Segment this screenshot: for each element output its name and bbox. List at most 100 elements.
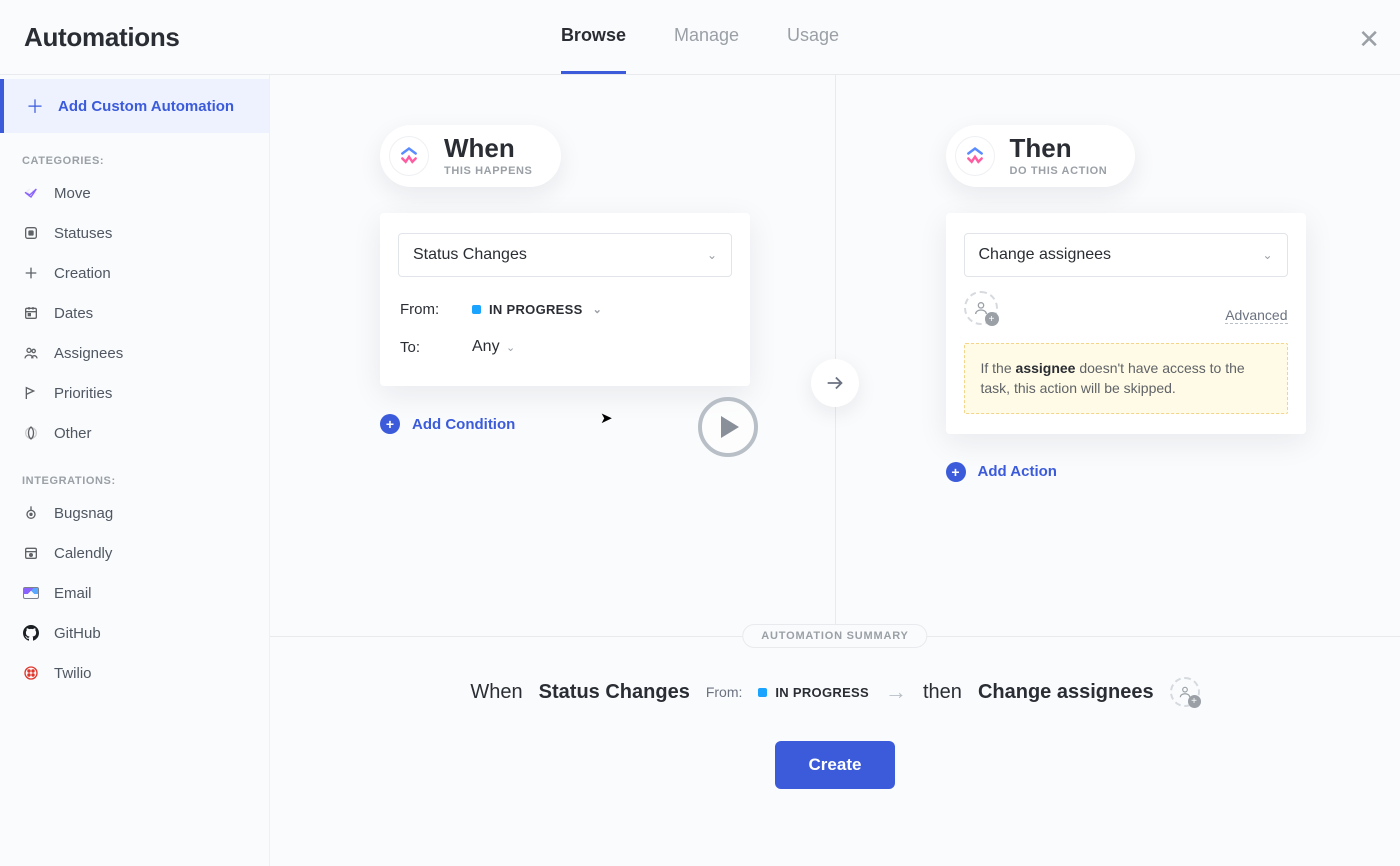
statuses-icon bbox=[22, 224, 40, 242]
plus-badge-icon: + bbox=[985, 312, 999, 326]
action-card: Change assignees ⌄ + Advanced If the bbox=[946, 213, 1306, 434]
sidebar-item-move[interactable]: Move bbox=[0, 173, 269, 213]
from-status-value: IN PROGRESS bbox=[489, 302, 583, 317]
summary-divider: AUTOMATION SUMMARY bbox=[270, 636, 1400, 637]
then-header: Then DO THIS ACTION bbox=[946, 125, 1136, 187]
chevron-down-icon: ⌄ bbox=[1262, 248, 1272, 262]
create-button[interactable]: Create bbox=[775, 741, 896, 789]
trigger-select[interactable]: Status Changes ⌄ bbox=[398, 233, 732, 277]
sidebar-item-priorities[interactable]: Priorities bbox=[0, 373, 269, 413]
add-condition-label: Add Condition bbox=[412, 416, 515, 433]
summary-assignee-icon: + bbox=[1170, 677, 1200, 707]
summary-badge: AUTOMATION SUMMARY bbox=[742, 624, 927, 648]
sidebar-item-label: Creation bbox=[54, 265, 111, 282]
tab-usage[interactable]: Usage bbox=[787, 0, 839, 74]
from-label: From: bbox=[400, 301, 472, 318]
add-assignee-button[interactable]: + bbox=[964, 291, 998, 325]
dates-icon bbox=[22, 304, 40, 322]
warning-banner: If the assignee doesn't have access to t… bbox=[964, 343, 1288, 414]
status-color-swatch bbox=[472, 305, 481, 314]
tab-browse[interactable]: Browse bbox=[561, 0, 626, 74]
github-icon bbox=[22, 624, 40, 642]
add-custom-label: Add Custom Automation bbox=[58, 98, 234, 115]
plus-circle-icon: + bbox=[380, 414, 400, 434]
sidebar-item-label: Priorities bbox=[54, 385, 112, 402]
tab-browse-label: Browse bbox=[561, 25, 626, 46]
to-status-chip[interactable]: Any ⌄ bbox=[472, 338, 515, 356]
sidebar-item-label: Assignees bbox=[54, 345, 123, 362]
sidebar-item-label: Statuses bbox=[54, 225, 112, 242]
main: When THIS HAPPENS Status Changes ⌄ From:… bbox=[270, 75, 1400, 866]
summary-from-chip: IN PROGRESS bbox=[758, 685, 869, 700]
calendly-icon bbox=[22, 544, 40, 562]
sidebar-item-twilio[interactable]: Twilio bbox=[0, 653, 269, 693]
action-select[interactable]: Change assignees ⌄ bbox=[964, 233, 1288, 277]
then-title: Then bbox=[1010, 135, 1108, 161]
close-icon[interactable]: ✕ bbox=[1358, 26, 1380, 52]
from-status-chip[interactable]: IN PROGRESS ⌄ bbox=[472, 302, 602, 317]
creation-icon bbox=[22, 264, 40, 282]
tab-manage-label: Manage bbox=[674, 25, 739, 46]
sidebar-item-label: Other bbox=[54, 425, 92, 442]
priorities-icon bbox=[22, 384, 40, 402]
clickup-logo-icon bbox=[390, 137, 428, 175]
sidebar-item-calendly[interactable]: Calendly bbox=[0, 533, 269, 573]
chevron-down-icon: ⌄ bbox=[506, 342, 515, 354]
integrations-header: INTEGRATIONS: bbox=[0, 453, 269, 493]
add-custom-automation-button[interactable]: ＋ Add Custom Automation bbox=[0, 79, 269, 133]
clickup-logo-icon bbox=[956, 137, 994, 175]
arrow-right-icon: → bbox=[885, 679, 907, 705]
sidebar-item-email[interactable]: Email bbox=[0, 573, 269, 613]
summary-then-word: then bbox=[923, 681, 962, 704]
move-icon bbox=[22, 184, 40, 202]
action-select-value: Change assignees bbox=[979, 246, 1112, 264]
summary-line: When Status Changes From: IN PROGRESS → … bbox=[270, 677, 1400, 707]
twilio-icon bbox=[22, 664, 40, 682]
sidebar-item-dates[interactable]: Dates bbox=[0, 293, 269, 333]
plus-icon: ＋ bbox=[26, 93, 44, 119]
trigger-select-value: Status Changes bbox=[413, 246, 527, 264]
sidebar-item-github[interactable]: GitHub bbox=[0, 613, 269, 653]
categories-header: CATEGORIES: bbox=[0, 133, 269, 173]
sidebar-item-label: GitHub bbox=[54, 625, 101, 642]
advanced-link[interactable]: Advanced bbox=[1225, 307, 1287, 324]
from-row: From: IN PROGRESS ⌄ bbox=[398, 291, 732, 328]
tab-usage-label: Usage bbox=[787, 25, 839, 46]
then-subtitle: DO THIS ACTION bbox=[1010, 165, 1108, 177]
tab-manage[interactable]: Manage bbox=[674, 0, 739, 74]
email-icon bbox=[22, 584, 40, 602]
sidebar-item-creation[interactable]: Creation bbox=[0, 253, 269, 293]
sidebar: ＋ Add Custom Automation CATEGORIES: Move… bbox=[0, 75, 270, 866]
status-color-swatch bbox=[758, 688, 767, 697]
add-action-label: Add Action bbox=[978, 463, 1057, 480]
chevron-down-icon: ⌄ bbox=[593, 303, 603, 316]
summary-trigger: Status Changes bbox=[539, 681, 690, 704]
sidebar-item-statuses[interactable]: Statuses bbox=[0, 213, 269, 253]
sidebar-item-label: Email bbox=[54, 585, 92, 602]
plus-circle-icon: + bbox=[946, 462, 966, 482]
to-status-value: Any bbox=[472, 338, 500, 355]
summary-from-label: From: bbox=[706, 684, 743, 700]
play-icon bbox=[721, 416, 739, 438]
when-subtitle: THIS HAPPENS bbox=[444, 165, 533, 177]
summary-from-value: IN PROGRESS bbox=[775, 685, 869, 700]
tabs: Browse Manage Usage bbox=[0, 0, 1400, 74]
to-row: To: Any ⌄ bbox=[398, 328, 732, 366]
summary-when-word: When bbox=[470, 681, 522, 704]
header: Automations Browse Manage Usage ✕ bbox=[0, 0, 1400, 75]
sidebar-item-label: Bugsnag bbox=[54, 505, 113, 522]
sidebar-item-other[interactable]: Other bbox=[0, 413, 269, 453]
advanced-link-wrap: Advanced bbox=[1225, 307, 1287, 325]
add-action-button[interactable]: + Add Action bbox=[946, 462, 1337, 482]
sidebar-item-label: Dates bbox=[54, 305, 93, 322]
then-column: Then DO THIS ACTION Change assignees ⌄ + bbox=[836, 75, 1400, 635]
other-icon bbox=[22, 424, 40, 442]
assignees-icon bbox=[22, 344, 40, 362]
sidebar-item-assignees[interactable]: Assignees bbox=[0, 333, 269, 373]
summary-section: AUTOMATION SUMMARY When Status Changes F… bbox=[270, 636, 1400, 866]
play-button[interactable] bbox=[698, 397, 758, 457]
trigger-card: Status Changes ⌄ From: IN PROGRESS ⌄ To: bbox=[380, 213, 750, 386]
sidebar-item-label: Calendly bbox=[54, 545, 112, 562]
sidebar-item-bugsnag[interactable]: Bugsnag bbox=[0, 493, 269, 533]
summary-action: Change assignees bbox=[978, 681, 1154, 704]
